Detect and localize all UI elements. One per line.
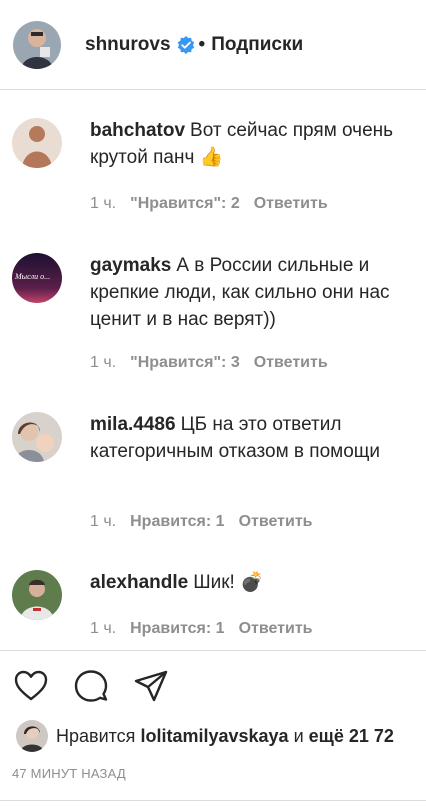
liker-username[interactable]: lolitamilyavskaya: [140, 726, 288, 747]
comment-author[interactable]: gaymaks: [90, 255, 171, 276]
liker-avatar[interactable]: [16, 720, 48, 752]
comment-time: 1 ч.: [90, 513, 117, 530]
share-paper-plane-icon[interactable]: [133, 668, 169, 704]
comment-likes[interactable]: "Нравится": 2: [130, 195, 240, 212]
reply-button[interactable]: Ответить: [239, 513, 313, 530]
reply-button[interactable]: Ответить: [239, 620, 313, 637]
comment-meta: 1 ч. "Нравится": 2 Ответить: [90, 195, 342, 213]
verified-badge-icon: [177, 35, 195, 54]
post-timestamp: 47 МИНУТ НАЗАД: [12, 766, 126, 781]
comment-likes[interactable]: "Нравится": 3: [130, 354, 240, 371]
commenter-avatar[interactable]: Мысли о...: [12, 253, 62, 303]
svg-text:Мысли о...: Мысли о...: [14, 272, 50, 281]
commenter-avatar[interactable]: [12, 570, 62, 620]
comment-author[interactable]: mila.4486: [90, 414, 176, 435]
actions-divider: [0, 650, 426, 652]
comments-list: bahchatov Вот сейчас прям очень крутой па…: [0, 90, 426, 650]
bottom-divider: [0, 800, 426, 801]
comment-meta: 1 ч. Нравится: 1 Ответить: [90, 620, 327, 638]
comment-time: 1 ч.: [90, 354, 117, 371]
comment-time: 1 ч.: [90, 620, 117, 637]
following-button[interactable]: Подписки: [211, 34, 303, 56]
commenter-avatar[interactable]: [12, 118, 62, 168]
likes-prefix: Нравится: [56, 725, 136, 746]
likes-summary: Нравится lolitamilyavskaya и ещё 21 72: [0, 716, 426, 756]
likes-others-link[interactable]: ещё 21 72: [309, 726, 394, 747]
comment-meta: 1 ч. "Нравится": 3 Ответить: [90, 354, 342, 372]
post-header: shnurovs • Подписки: [0, 0, 426, 90]
comment-time: 1 ч.: [90, 195, 117, 212]
reply-button[interactable]: Ответить: [254, 354, 328, 371]
comment-bubble-icon[interactable]: [73, 668, 109, 704]
author-avatar[interactable]: [13, 20, 61, 69]
commenter-avatar[interactable]: [12, 412, 62, 462]
comment-likes[interactable]: Нравится: 1: [130, 620, 224, 637]
header-separator: •: [198, 33, 206, 55]
comment-likes[interactable]: Нравится: 1: [130, 513, 224, 530]
comment-author[interactable]: alexhandle: [90, 572, 188, 593]
comment-author[interactable]: bahchatov: [90, 120, 185, 141]
likes-connector: и: [293, 725, 304, 746]
author-username[interactable]: shnurovs: [85, 34, 171, 56]
comment-meta: 1 ч. Нравится: 1 Ответить: [90, 513, 327, 531]
reply-button[interactable]: Ответить: [254, 195, 328, 212]
comment-text: Шик! 💣: [193, 572, 264, 593]
like-heart-icon[interactable]: [13, 668, 49, 704]
